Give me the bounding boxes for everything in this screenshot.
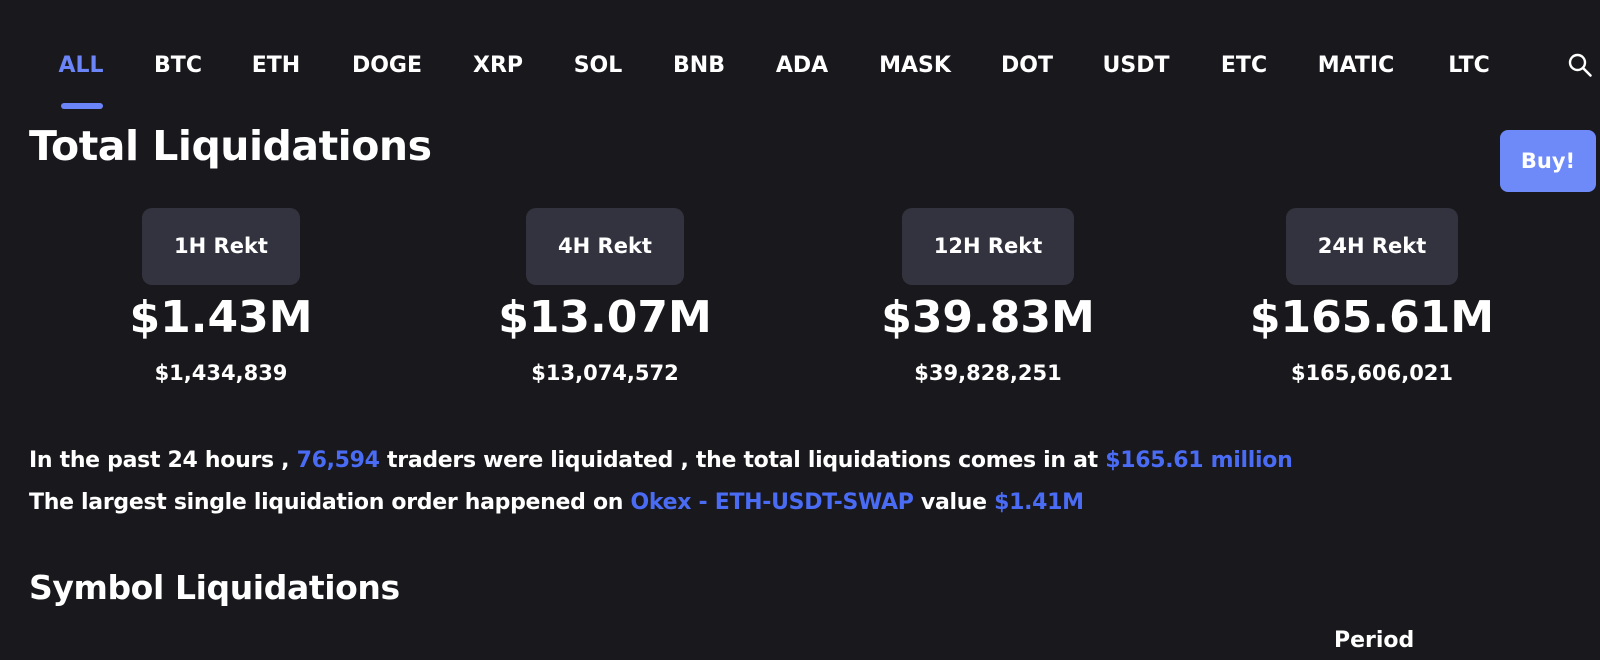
summary-text: traders were liquidated , the total liqu… (387, 448, 1098, 473)
summary-line-2: The largest single liquidation order hap… (29, 482, 1292, 524)
stat-card-12h: 12H Rekt $39.83M $39,828,251 (828, 208, 1148, 387)
summary-text: The largest single liquidation order hap… (29, 490, 624, 515)
active-tab-indicator (61, 103, 103, 109)
tab-all[interactable]: ALL (58, 46, 103, 86)
largest-order-value: $1.41M (994, 490, 1084, 515)
traders-count: 76,594 (296, 448, 380, 473)
tab-ltc[interactable]: LTC (1448, 46, 1490, 86)
tab-xrp[interactable]: XRP (473, 46, 523, 86)
tab-bnb[interactable]: BNB (673, 46, 725, 86)
period-badge: 12H Rekt (901, 208, 1075, 285)
liquidations-page: ALL BTC ETH DOGE XRP SOL BNB ADA MASK DO… (0, 0, 1600, 660)
buy-button[interactable]: Buy! (1500, 130, 1596, 192)
tab-usdt[interactable]: USDT (1103, 46, 1170, 86)
summary-text: value (920, 490, 987, 515)
tab-sol[interactable]: SOL (574, 46, 623, 86)
total-amount: $165.61 million (1105, 448, 1293, 473)
stat-card-4h: 4H Rekt $13.07M $13,074,572 (445, 208, 765, 387)
search-icon[interactable] (1567, 52, 1593, 78)
stat-short-value: $39.83M (881, 292, 1095, 343)
tab-ada[interactable]: ADA (776, 46, 828, 86)
tab-doge[interactable]: DOGE (352, 46, 422, 86)
stat-short-value: $1.43M (129, 292, 313, 343)
tab-eth[interactable]: ETH (252, 46, 300, 86)
coin-tabs: ALL BTC ETH DOGE XRP SOL BNB ADA MASK DO… (36, 46, 1572, 116)
tab-btc[interactable]: BTC (154, 46, 202, 86)
stat-full-value: $1,434,839 (154, 361, 288, 385)
stat-full-value: $13,074,572 (531, 361, 679, 385)
page-title: Total Liquidations (29, 122, 432, 170)
liquidation-summary: In the past 24 hours , 76,594 traders we… (29, 440, 1293, 524)
stat-short-value: $13.07M (498, 292, 712, 343)
summary-text: In the past 24 hours , (29, 448, 290, 473)
stat-card-24h: 24H Rekt $165.61M $165,606,021 (1212, 208, 1532, 387)
period-badge: 4H Rekt (526, 208, 684, 285)
stat-full-value: $39,828,251 (914, 361, 1062, 385)
period-label: Period (1334, 628, 1415, 653)
summary-line-1: In the past 24 hours , 76,594 traders we… (29, 440, 1293, 482)
period-badge: 1H Rekt (142, 208, 300, 285)
largest-order-link[interactable]: Okex - ETH-USDT-SWAP (631, 490, 914, 515)
period-badge: 24H Rekt (1285, 208, 1459, 285)
tab-etc[interactable]: ETC (1221, 46, 1267, 86)
stat-full-value: $165,606,021 (1290, 361, 1454, 385)
tab-dot[interactable]: DOT (1001, 46, 1053, 86)
stat-card-1h: 1H Rekt $1.43M $1,434,839 (61, 208, 381, 387)
tab-matic[interactable]: MATIC (1318, 46, 1395, 86)
tab-mask[interactable]: MASK (879, 46, 951, 86)
section-title: Symbol Liquidations (29, 568, 400, 607)
stat-short-value: $165.61M (1249, 292, 1495, 343)
